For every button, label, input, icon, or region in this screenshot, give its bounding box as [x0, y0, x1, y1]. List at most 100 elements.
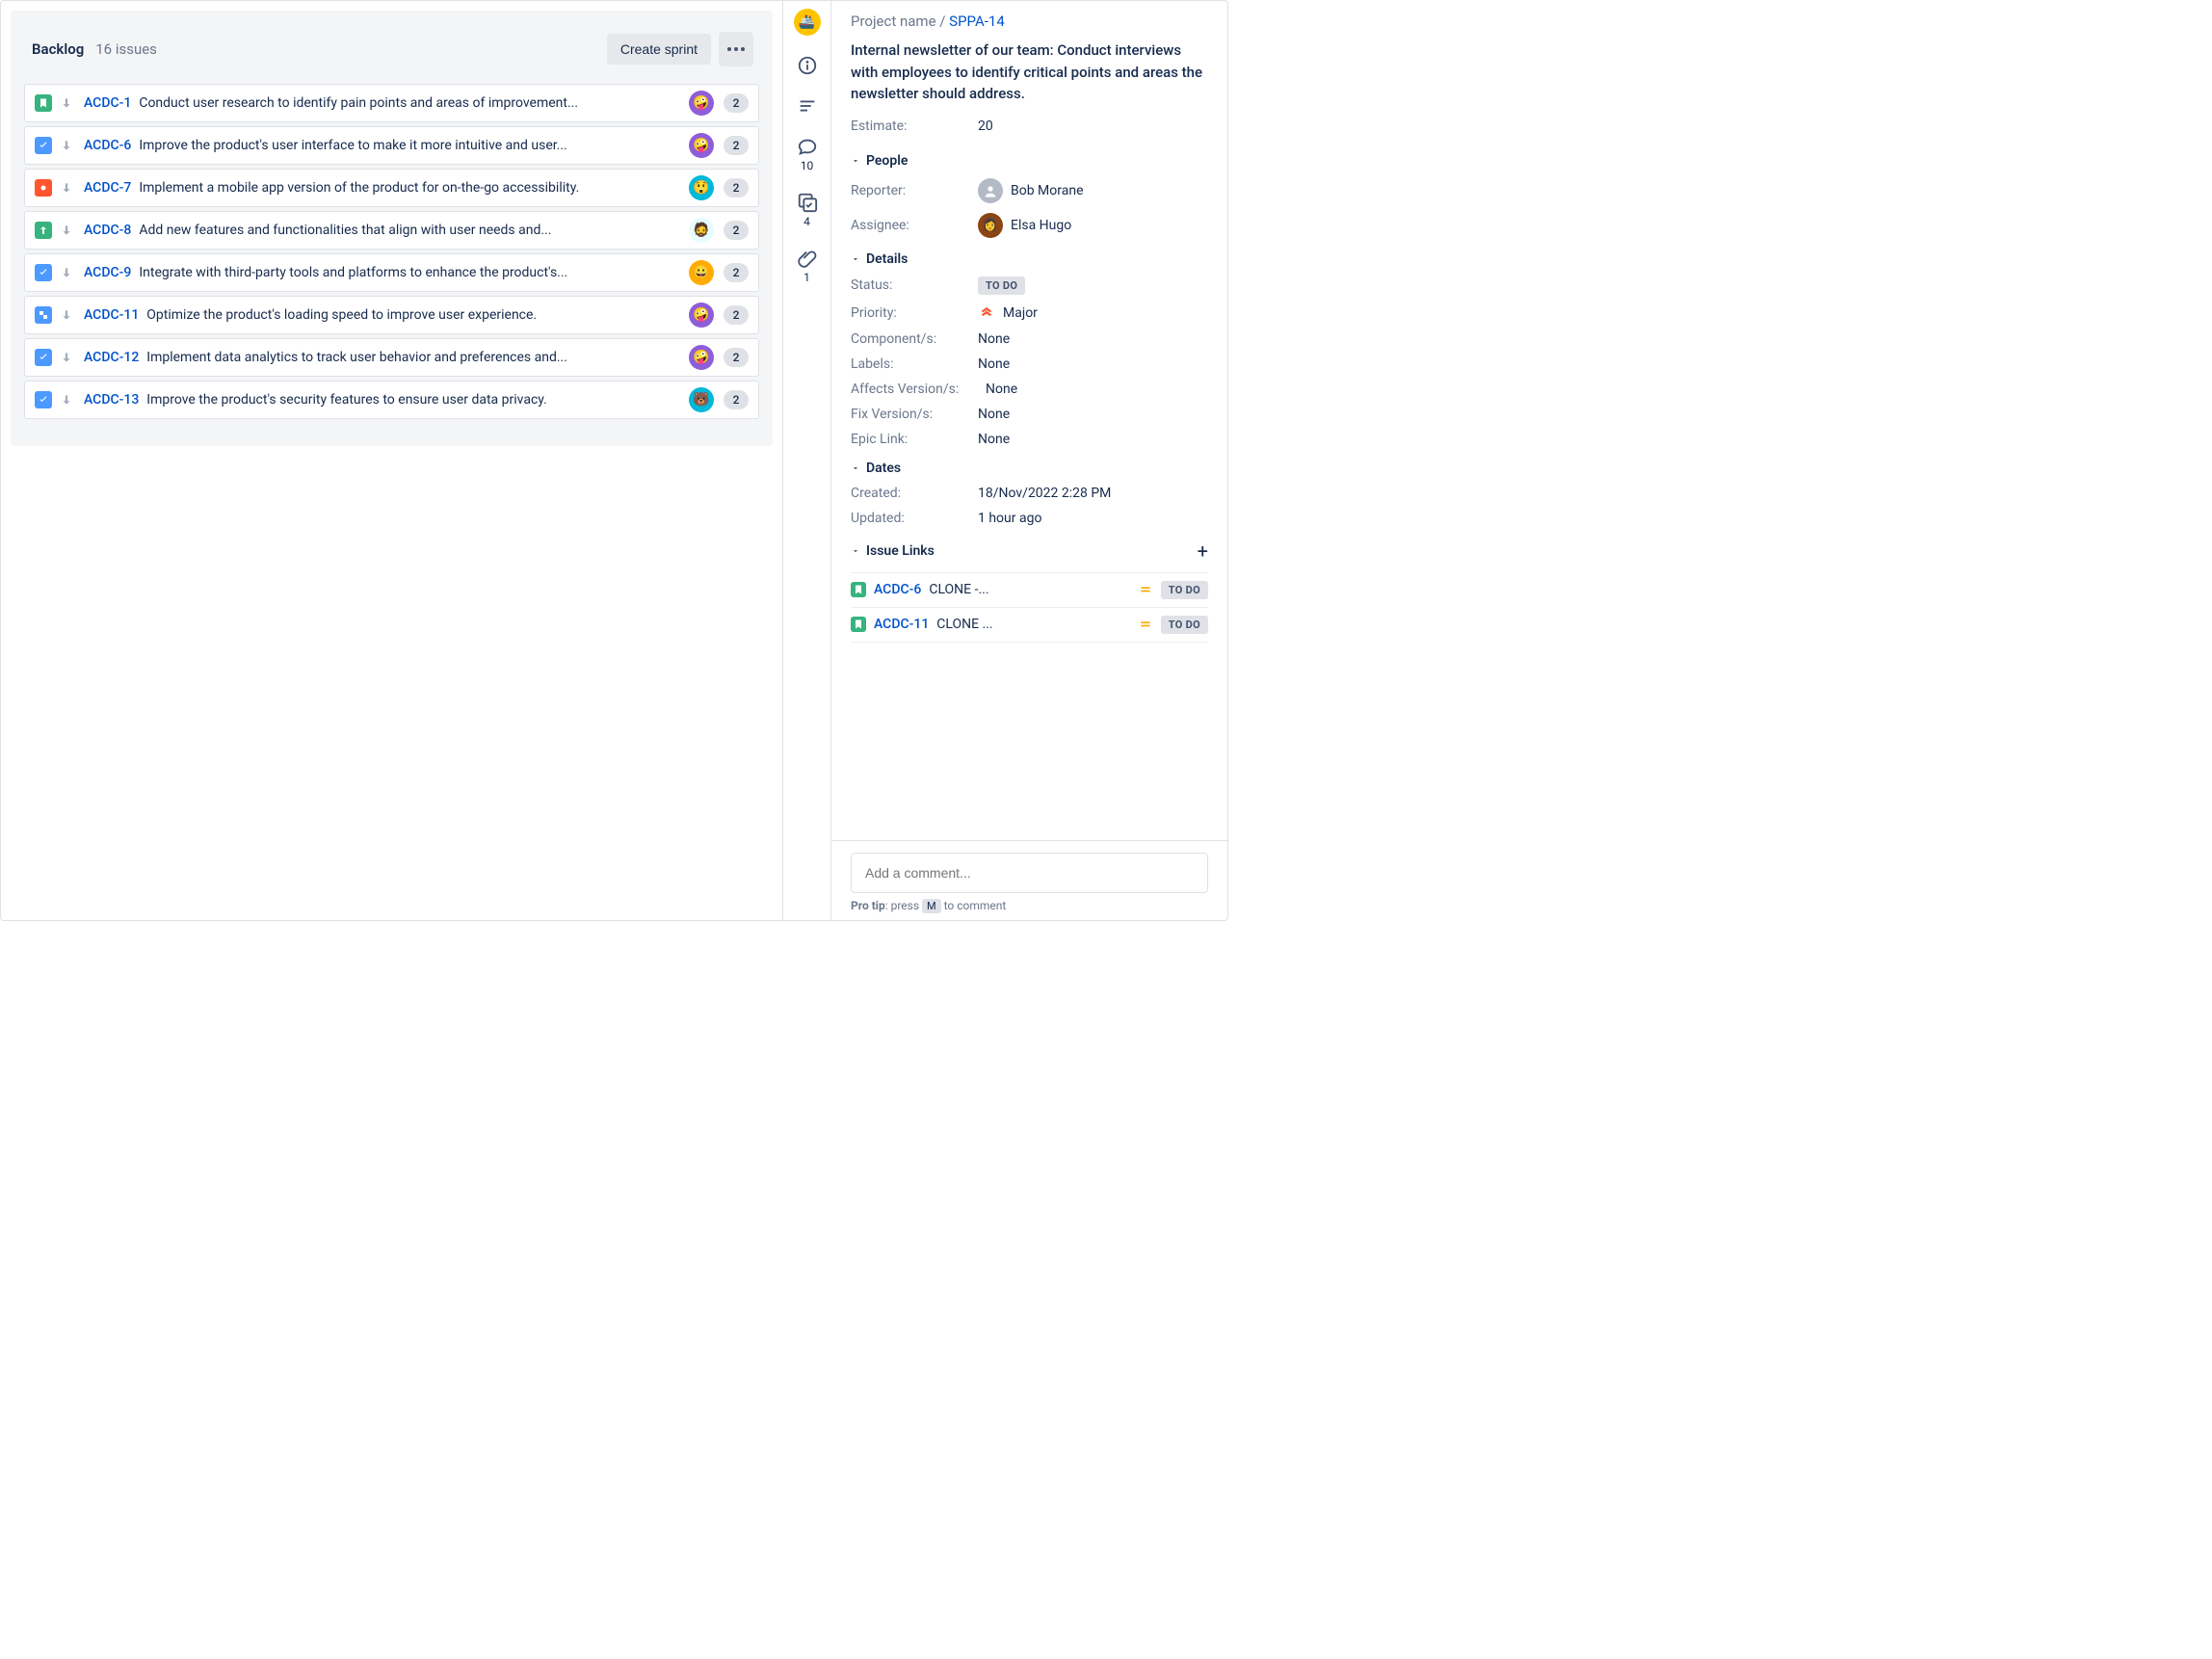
priority-medium-icon — [1138, 617, 1153, 632]
issue-key[interactable]: ACDC-7 — [84, 180, 131, 196]
add-link-button[interactable]: + — [1198, 540, 1208, 563]
breadcrumb-key-link[interactable]: SPPA-14 — [949, 13, 1005, 30]
section-people-toggle[interactable]: People — [851, 153, 1208, 169]
issue-key[interactable]: ACDC-13 — [84, 392, 139, 408]
section-links-title: Issue Links — [866, 543, 935, 559]
tab-attachments-icon[interactable]: 1 — [797, 248, 818, 284]
affects-label: Affects Version/s: — [851, 382, 986, 397]
links-list: ACDC-6 CLONE -... TO DOACDC-11CLONE ...TO … — [851, 572, 1208, 643]
tab-comments-icon[interactable]: 10 — [797, 136, 818, 172]
issue-summary: Implement a mobile app version of the pr… — [139, 180, 681, 196]
assignee-avatar[interactable]: 🤪 — [689, 345, 714, 370]
estimate-pill: 2 — [724, 136, 749, 155]
tab-description-icon[interactable] — [797, 95, 818, 117]
issue-row[interactable]: ACDC-11Optimize the product's loading sp… — [24, 296, 759, 334]
issue-type-icon — [851, 617, 866, 632]
section-details-toggle[interactable]: Details — [851, 251, 1208, 267]
fix-value: None — [978, 407, 1010, 422]
components-label: Component/s: — [851, 331, 978, 347]
issue-row[interactable]: ACDC-12Implement data analytics to track… — [24, 338, 759, 377]
issue-type-icon — [35, 306, 52, 324]
issue-row[interactable]: ACDC-1 Conduct user research to identify … — [24, 84, 759, 122]
estimate-pill: 2 — [724, 348, 749, 367]
assignee-avatar[interactable]: 😲 — [689, 175, 714, 200]
issue-list: ACDC-1 Conduct user research to identify … — [24, 84, 759, 419]
issue-key[interactable]: ACDC-12 — [84, 350, 139, 365]
section-details-title: Details — [866, 251, 908, 267]
updated-value: 1 hour ago — [978, 511, 1041, 526]
issue-type-icon — [851, 582, 866, 597]
link-summary: CLONE -... — [929, 582, 1129, 597]
status-value[interactable]: TO DO — [978, 276, 1025, 295]
epic-value: None — [978, 432, 1010, 447]
fix-label: Fix Version/s: — [851, 407, 978, 422]
issue-type-icon — [35, 222, 52, 239]
chevron-down-icon — [851, 546, 860, 556]
ellipsis-icon — [727, 47, 745, 51]
assignee-avatar: 👩 — [978, 213, 1003, 238]
priority-low-icon — [59, 180, 74, 196]
project-avatar[interactable]: 🚢 — [794, 9, 821, 36]
priority-low-icon — [59, 265, 74, 280]
issue-summary: Improve the product's security features … — [146, 392, 681, 408]
section-dates-toggle[interactable]: Dates — [851, 461, 1208, 476]
link-row[interactable]: ACDC-11CLONE ...TO DO — [851, 608, 1208, 643]
issue-key[interactable]: ACDC-6 — [84, 138, 131, 153]
chevron-down-icon — [851, 156, 860, 166]
link-row[interactable]: ACDC-6CLONE -...TO DO — [851, 573, 1208, 608]
create-sprint-button[interactable]: Create sprint — [607, 34, 711, 65]
estimate-pill: 2 — [724, 93, 749, 113]
section-links-toggle[interactable]: Issue Links + — [851, 540, 1208, 563]
assignee-avatar[interactable]: 🧔 — [689, 218, 714, 243]
issue-summary: Add new features and functionalities tha… — [139, 223, 681, 238]
comment-input[interactable] — [851, 853, 1208, 893]
subtasks-count: 4 — [803, 215, 810, 228]
priority-low-icon — [59, 307, 74, 323]
issue-row[interactable]: ACDC-8 Add new features and functionaliti… — [24, 211, 759, 250]
estimate-pill: 2 — [724, 305, 749, 325]
reporter-label: Reporter: — [851, 183, 978, 198]
assignee-avatar[interactable]: 🤪 — [689, 133, 714, 158]
link-key[interactable]: ACDC-11 — [874, 617, 929, 632]
components-value: None — [978, 331, 1010, 347]
issue-row[interactable]: ACDC-9 Integrate with third-party tools a… — [24, 253, 759, 292]
tab-info-icon[interactable] — [797, 55, 818, 76]
backlog-more-button[interactable] — [719, 32, 753, 66]
issue-key[interactable]: ACDC-1 — [84, 95, 131, 111]
issue-type-icon — [35, 349, 52, 366]
attachments-count: 1 — [803, 271, 810, 284]
tab-subtasks-icon[interactable]: 4 — [797, 192, 818, 228]
issue-key[interactable]: ACDC-9 — [84, 265, 131, 280]
assignee-name: Elsa Hugo — [1011, 218, 1071, 233]
link-key[interactable]: ACDC-6 — [874, 582, 921, 597]
chevron-down-icon — [851, 254, 860, 264]
section-dates-title: Dates — [866, 461, 901, 476]
issue-summary: Conduct user research to identify pain p… — [139, 95, 681, 111]
chevron-down-icon — [851, 463, 860, 473]
assignee-avatar[interactable]: 🤪 — [689, 303, 714, 328]
assignee-avatar[interactable]: 🐻 — [689, 387, 714, 412]
priority-label: Priority: — [851, 305, 978, 321]
issue-row[interactable]: ACDC-6Improve the product's user interfa… — [24, 126, 759, 165]
epic-label: Epic Link: — [851, 432, 978, 447]
priority-low-icon — [59, 95, 74, 111]
status-label: Status: — [851, 277, 978, 293]
link-status: TO DO — [1161, 616, 1208, 634]
issue-row[interactable]: ACDC-13 Improve the product's security fe… — [24, 381, 759, 419]
issue-title: Internal newsletter of our team: Conduct… — [851, 40, 1208, 105]
protip: Pro tip: press M to comment — [851, 899, 1208, 912]
created-label: Created: — [851, 486, 978, 501]
priority-low-icon — [59, 223, 74, 238]
issue-key[interactable]: ACDC-11 — [84, 307, 139, 323]
priority-low-icon — [59, 350, 74, 365]
issue-key[interactable]: ACDC-8 — [84, 223, 131, 238]
backlog-pane: Backlog 16 issues Create sprint ACDC-1Co… — [1, 1, 783, 920]
backlog-count: 16 issues — [95, 40, 157, 58]
section-people-title: People — [866, 153, 908, 169]
assignee-avatar[interactable]: 🤪 — [689, 91, 714, 116]
assignee-avatar[interactable]: 😀 — [689, 260, 714, 285]
estimate-label: Estimate: — [851, 118, 978, 134]
issue-row[interactable]: ACDC-7 Implement a mobile app version of … — [24, 169, 759, 207]
issue-summary: Integrate with third-party tools and pla… — [139, 265, 681, 280]
labels-label: Labels: — [851, 356, 978, 372]
